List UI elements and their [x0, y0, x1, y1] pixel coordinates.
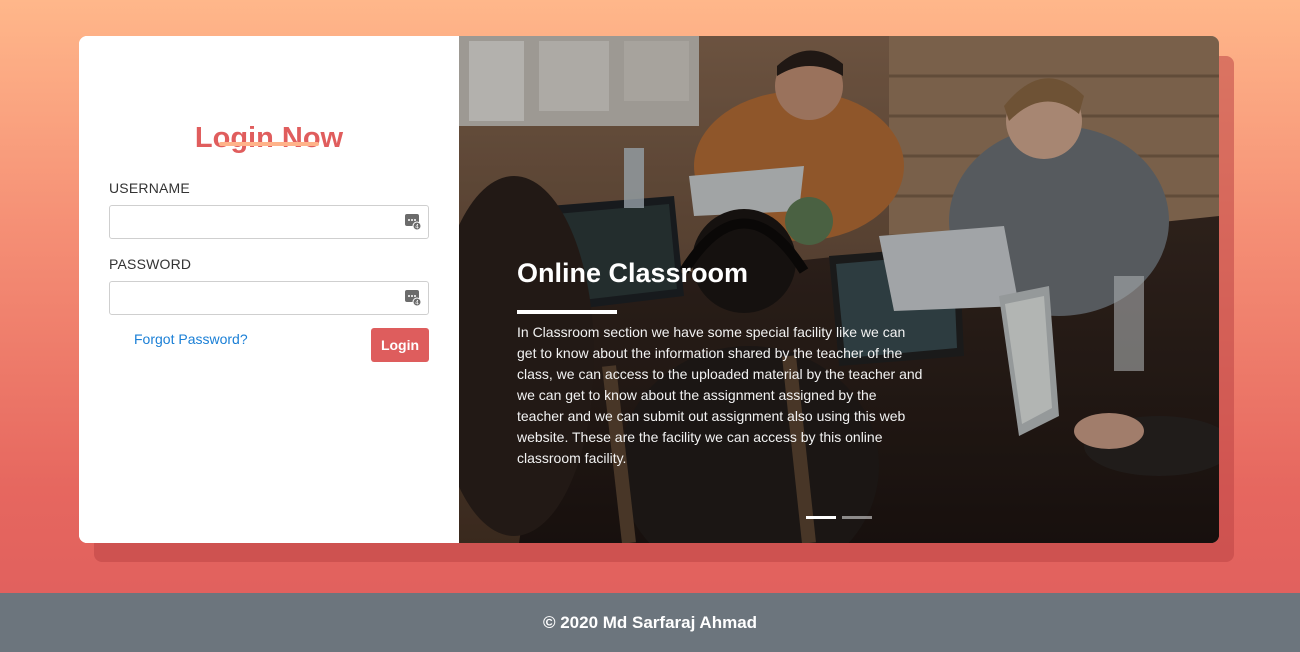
hero-carousel: Online Classroom In Classroom section we…: [459, 36, 1219, 543]
password-label: PASSWORD: [109, 256, 192, 272]
carousel-indicator-2[interactable]: [842, 516, 872, 519]
footer: © 2020 Md Sarfaraj Ahmad: [0, 593, 1300, 652]
title-underline: [219, 142, 319, 146]
hero-description: In Classroom section we have some specia…: [517, 324, 923, 466]
password-input[interactable]: [110, 282, 428, 314]
login-panel: Login Now USERNAME 4 PASSWORD 4 Forgot P…: [79, 36, 459, 543]
username-input[interactable]: [110, 206, 428, 238]
username-label: USERNAME: [109, 180, 190, 196]
login-button[interactable]: Login: [371, 328, 429, 362]
password-manager-key-icon[interactable]: 4: [405, 214, 421, 230]
hero-underline: [517, 310, 617, 314]
svg-text:4: 4: [415, 224, 419, 231]
hero-title: Online Classroom: [517, 258, 749, 288]
password-field[interactable]: 4: [109, 281, 429, 315]
footer-copyright: © 2020 Md Sarfaraj Ahmad: [542, 612, 758, 632]
svg-text:4: 4: [415, 300, 419, 307]
username-field[interactable]: 4: [109, 205, 429, 239]
carousel-indicator-1[interactable]: [806, 516, 836, 519]
password-manager-key-icon[interactable]: 4: [405, 290, 421, 306]
login-card: Login Now USERNAME 4 PASSWORD 4 Forgot P…: [79, 36, 1219, 543]
forgot-password-link[interactable]: Forgot Password?: [134, 331, 248, 347]
login-title: Login Now: [194, 122, 344, 154]
